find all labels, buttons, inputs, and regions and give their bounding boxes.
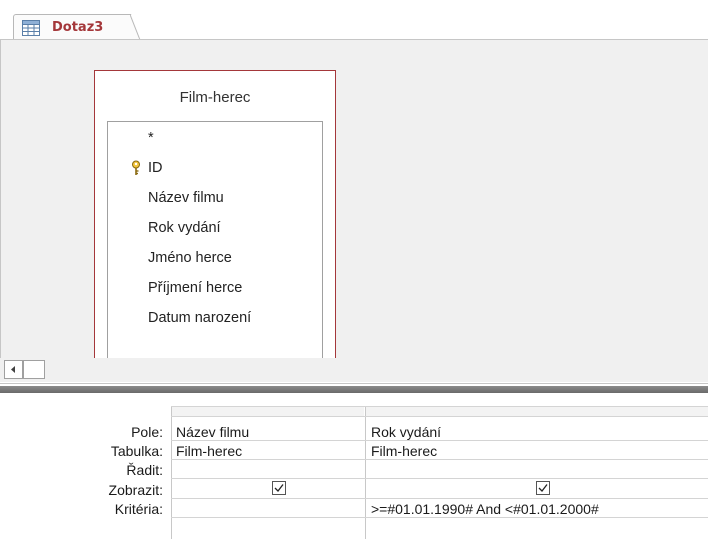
col1-sort-cell[interactable] — [176, 462, 361, 478]
col1-criteria-cell[interactable] — [176, 501, 361, 517]
grid-line — [171, 440, 708, 441]
grid-line — [171, 498, 708, 499]
field-jmeno-herce[interactable]: Jméno herce — [148, 250, 232, 266]
horizontal-scrollbar[interactable] — [0, 358, 708, 382]
field-rok-vydani[interactable]: Rok vydání — [148, 220, 221, 236]
table-title[interactable]: Film-herec — [95, 89, 335, 106]
grid-line — [171, 406, 172, 539]
column-selector-1[interactable] — [172, 406, 364, 416]
checkmark-icon — [538, 484, 548, 492]
grid-line — [171, 478, 708, 479]
field-datum-narozeni[interactable]: Datum narození — [148, 310, 251, 326]
grid-line — [171, 406, 708, 407]
grid-line — [171, 459, 708, 460]
column-selector-2[interactable] — [366, 406, 708, 416]
row-label-sort: Řadit: — [126, 462, 163, 478]
row-label-field: Pole: — [131, 424, 163, 440]
field-all[interactable]: * — [148, 130, 154, 146]
table-field-list-window[interactable]: Film-herec * ID Název filmu Rok vydání J… — [94, 70, 336, 372]
checkmark-icon — [274, 484, 284, 492]
col1-show-checkbox[interactable] — [272, 481, 286, 495]
col2-sort-cell[interactable] — [371, 462, 701, 478]
primary-key-icon — [132, 160, 140, 175]
row-label-table: Tabulka: — [110, 443, 163, 459]
query-grid: Pole: Tabulka: Řadit: Zobrazit: Kritéria… — [0, 393, 708, 539]
col2-field-cell[interactable]: Rok vydání — [371, 424, 441, 440]
pane-divider-line — [0, 383, 708, 384]
field-id-label: ID — [148, 160, 163, 176]
field-list[interactable]: * ID Název filmu Rok vydání Jméno herce … — [107, 121, 323, 372]
tab-edge-decoration — [130, 14, 141, 41]
scroll-left-arrow-icon — [11, 366, 15, 373]
scroll-thumb[interactable] — [23, 360, 45, 379]
scroll-left-button[interactable] — [4, 360, 23, 379]
field-prijmeni-herce[interactable]: Příjmení herce — [148, 280, 242, 296]
row-label-show: Zobrazit: — [108, 482, 163, 498]
field-nazev-filmu[interactable]: Název filmu — [148, 190, 224, 206]
col2-show-checkbox[interactable] — [536, 481, 550, 495]
tab-dotaz3[interactable]: Dotaz3 — [13, 14, 141, 40]
pane-splitter[interactable] — [0, 386, 708, 393]
col1-table-cell[interactable]: Film-herec — [176, 443, 242, 459]
col2-criteria-cell[interactable]: >=#01.01.1990# And <#01.01.2000# — [371, 501, 599, 517]
grid-line — [171, 517, 708, 518]
grid-line — [365, 406, 366, 539]
document-tab-strip: Dotaz3 — [0, 0, 708, 41]
grid-line — [171, 416, 708, 417]
row-label-criteria: Kritéria: — [114, 501, 163, 517]
col2-table-cell[interactable]: Film-herec — [371, 443, 437, 459]
query-design-icon — [22, 20, 40, 36]
tab-title: Dotaz3 — [52, 20, 104, 35]
query-design-area[interactable]: Film-herec * ID Název filmu Rok vydání J… — [0, 40, 708, 372]
col1-field-cell[interactable]: Název filmu — [176, 424, 249, 440]
